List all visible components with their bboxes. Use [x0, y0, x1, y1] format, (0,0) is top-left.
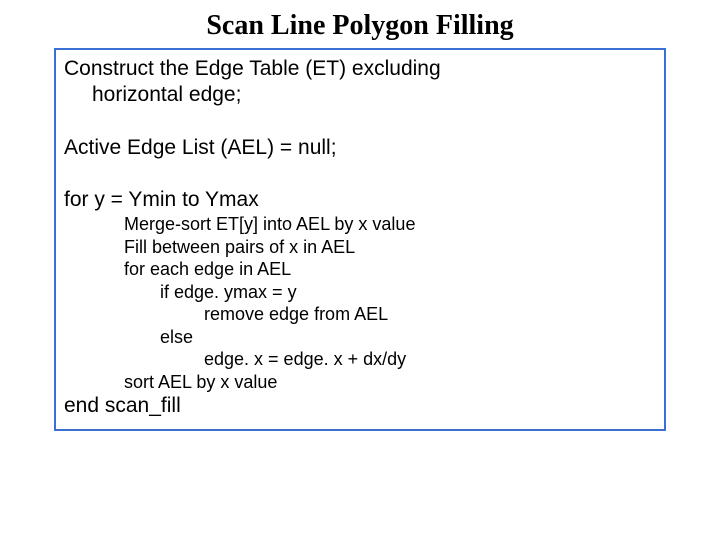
algo-line-ael-null: Active Edge List (AEL) = null;: [64, 135, 656, 161]
algorithm-box: Construct the Edge Table (ET) excluding …: [54, 48, 666, 431]
algo-line-end: end scan_fill: [64, 393, 656, 419]
algo-line-construct-cont: horizontal edge;: [64, 82, 656, 108]
algo-line-else: else: [64, 326, 656, 349]
algo-line-edge-x: edge. x = edge. x + dx/dy: [64, 348, 656, 371]
algo-line-fill-pairs: Fill between pairs of x in AEL: [64, 236, 656, 259]
algo-line-for-y: for y = Ymin to Ymax: [64, 187, 656, 213]
algo-line-sort-ael: sort AEL by x value: [64, 371, 656, 394]
algo-line-remove: remove edge from AEL: [64, 303, 656, 326]
algo-line-if-ymax: if edge. ymax = y: [64, 281, 656, 304]
slide-title: Scan Line Polygon Filling: [0, 0, 720, 48]
slide: Scan Line Polygon Filling Construct the …: [0, 0, 720, 540]
algo-line-merge-sort: Merge-sort ET[y] into AEL by x value: [64, 213, 656, 236]
algo-line-for-each-edge: for each edge in AEL: [64, 258, 656, 281]
algo-line-construct: Construct the Edge Table (ET) excluding: [64, 56, 656, 82]
blank-line: [64, 109, 656, 135]
blank-line: [64, 161, 656, 187]
